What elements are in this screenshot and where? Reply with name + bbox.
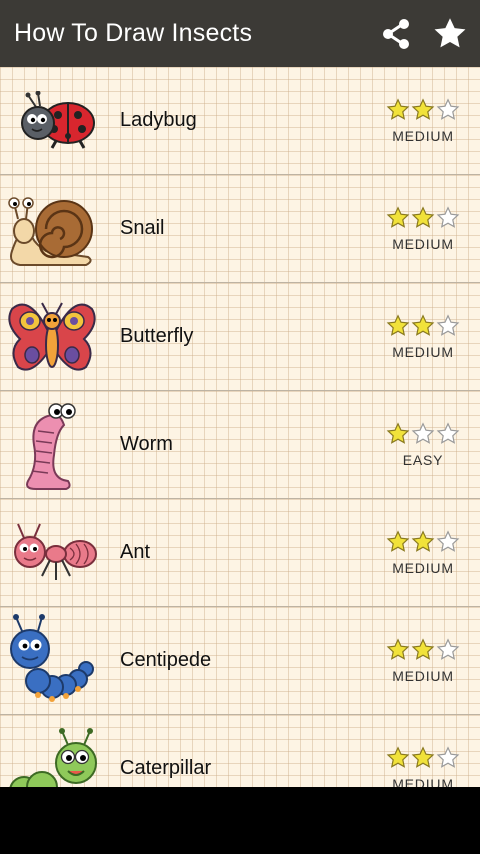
star-filled-icon	[386, 421, 410, 444]
difficulty-label: EASY	[402, 451, 444, 468]
star-rating	[386, 97, 460, 122]
difficulty-rating: MEDIUM	[378, 529, 468, 576]
difficulty-rating: MEDIUM	[378, 637, 468, 684]
navigation-bar-area	[0, 787, 480, 854]
list-item-ant[interactable]: Ant MEDIUM	[0, 499, 480, 607]
ladybug-icon	[4, 73, 100, 169]
star-empty-icon	[436, 97, 460, 120]
star-filled-icon	[411, 529, 435, 552]
share-icon	[383, 18, 409, 49]
star-rating	[386, 205, 460, 230]
worm-icon	[4, 397, 100, 493]
star-rating	[386, 313, 460, 338]
difficulty-rating: MEDIUM	[378, 745, 468, 788]
difficulty-label: MEDIUM	[392, 343, 454, 360]
snail-icon	[4, 181, 100, 277]
item-name: Centipede	[120, 649, 212, 671]
star-empty-icon	[436, 313, 460, 336]
centipede-icon	[4, 613, 100, 709]
app-title: How To Draw Insects	[14, 19, 253, 47]
share-button[interactable]	[372, 10, 420, 58]
star-filled-icon	[386, 205, 410, 228]
star-filled-icon	[386, 97, 410, 120]
star-empty-icon	[436, 745, 460, 768]
star-filled-icon	[386, 637, 410, 660]
star-rating	[386, 529, 460, 554]
ant-icon	[4, 505, 100, 601]
item-name: Caterpillar	[120, 757, 212, 779]
insect-list[interactable]: Ladybug MEDIUM Snail MEDIUM Butterfly ME…	[0, 67, 480, 787]
list-item-snail[interactable]: Snail MEDIUM	[0, 175, 480, 283]
star-filled-icon	[386, 529, 410, 552]
star-rating	[386, 637, 460, 662]
star-empty-icon	[436, 529, 460, 552]
star-filled-icon	[411, 205, 435, 228]
difficulty-label: MEDIUM	[392, 127, 454, 144]
star-empty-icon	[411, 421, 435, 444]
difficulty-label: MEDIUM	[392, 235, 454, 252]
difficulty-label: MEDIUM	[392, 559, 454, 576]
item-name: Ant	[120, 541, 151, 563]
butterfly-icon	[4, 289, 100, 385]
item-name: Snail	[120, 217, 165, 239]
difficulty-rating: MEDIUM	[378, 313, 468, 360]
star-icon	[434, 17, 466, 47]
list-item-worm[interactable]: Worm EASY	[0, 391, 480, 499]
caterpillar-icon	[4, 721, 100, 787]
star-filled-icon	[386, 745, 410, 768]
star-empty-icon	[436, 421, 460, 444]
item-name: Ladybug	[120, 109, 197, 131]
difficulty-label: MEDIUM	[392, 775, 454, 788]
star-rating	[386, 745, 460, 770]
star-rating	[386, 421, 460, 446]
list-item-centipede[interactable]: Centipede MEDIUM	[0, 607, 480, 715]
star-filled-icon	[386, 313, 410, 336]
favorite-button[interactable]	[426, 10, 474, 58]
difficulty-label: MEDIUM	[392, 667, 454, 684]
star-filled-icon	[411, 745, 435, 768]
item-name: Worm	[120, 433, 173, 455]
star-filled-icon	[411, 637, 435, 660]
list-item-butterfly[interactable]: Butterfly MEDIUM	[0, 283, 480, 391]
difficulty-rating: MEDIUM	[378, 97, 468, 144]
list-item-ladybug[interactable]: Ladybug MEDIUM	[0, 67, 480, 175]
difficulty-rating: EASY	[378, 421, 468, 468]
difficulty-rating: MEDIUM	[378, 205, 468, 252]
item-name: Butterfly	[120, 325, 194, 347]
star-filled-icon	[411, 97, 435, 120]
app-bar: How To Draw Insects	[0, 0, 480, 67]
star-empty-icon	[436, 637, 460, 660]
list-item-caterpillar[interactable]: Caterpillar MEDIUM	[0, 715, 480, 787]
star-empty-icon	[436, 205, 460, 228]
star-filled-icon	[411, 313, 435, 336]
